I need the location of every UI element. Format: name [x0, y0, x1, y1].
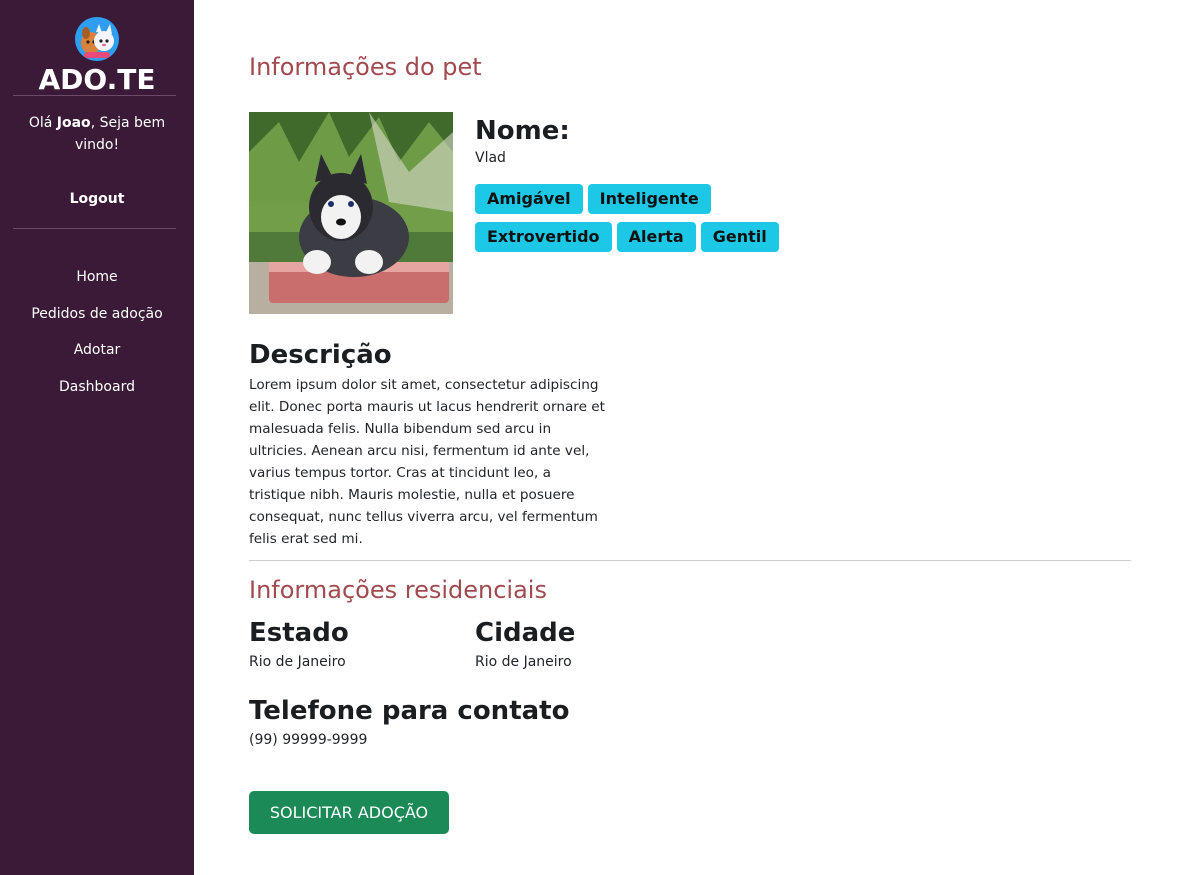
pets-logo-icon: [75, 17, 119, 61]
phone-field: Telefone para contato (99) 99999-9999: [249, 696, 569, 748]
pet-section-title: Informações do pet: [249, 53, 482, 81]
greeting: Olá Joao, Seja bem vindo!: [0, 96, 194, 170]
pet-photo-image: [249, 112, 453, 314]
phone-label: Telefone para contato: [249, 696, 570, 726]
sidebar: ADO.TE Olá Joao, Seja bem vindo! Logout …: [0, 0, 194, 875]
sidebar-nav: Home Pedidos de adoção Adotar Dashboard: [0, 229, 194, 411]
city-label: Cidade: [475, 618, 576, 648]
section-divider: [249, 560, 1131, 561]
state-field: Estado Rio de Janeiro: [249, 618, 349, 670]
tag-badge: Gentil: [700, 222, 779, 252]
pet-name-label: Nome:: [475, 116, 570, 146]
pet-info: Nome: Vlad Amigável Inteligente Extrover…: [475, 116, 795, 260]
city-value: Rio de Janeiro: [475, 654, 572, 670]
pet-name: Vlad: [475, 150, 506, 166]
description-text: Lorem ipsum dolor sit amet, consectetur …: [249, 377, 605, 547]
city-field: Cidade Rio de Janeiro: [475, 618, 575, 670]
pet-description: Descrição Lorem ipsum dolor sit amet, co…: [249, 340, 609, 550]
state-label: Estado: [249, 618, 349, 648]
tag-badge: Amigável: [475, 184, 583, 214]
brand[interactable]: ADO.TE: [0, 0, 194, 96]
tag-badge: Alerta: [616, 222, 696, 252]
tag-badge: Inteligente: [587, 184, 711, 214]
pet-photo: [249, 112, 453, 314]
state-value: Rio de Janeiro: [249, 654, 346, 670]
description-label: Descrição: [249, 340, 392, 370]
nav-item-pedidos[interactable]: Pedidos de adoção: [0, 302, 194, 339]
nav-item-home[interactable]: Home: [0, 265, 194, 302]
residence-section-title: Informações residenciais: [249, 576, 547, 604]
tag-badge: Extrovertido: [475, 222, 612, 252]
request-adoption-button[interactable]: SOLICITAR ADOÇÃO: [249, 791, 449, 834]
nav-item-adotar[interactable]: Adotar: [0, 338, 194, 375]
logout-link[interactable]: Logout: [0, 170, 194, 228]
pet-tags: Amigável Inteligente Extrovertido Alerta…: [475, 184, 795, 260]
phone-value: (99) 99999-9999: [249, 732, 368, 748]
brand-name: ADO.TE: [38, 63, 156, 96]
greeting-prefix: Olá: [28, 115, 57, 131]
nav-item-dashboard[interactable]: Dashboard: [0, 375, 194, 412]
username: Joao: [56, 115, 91, 131]
